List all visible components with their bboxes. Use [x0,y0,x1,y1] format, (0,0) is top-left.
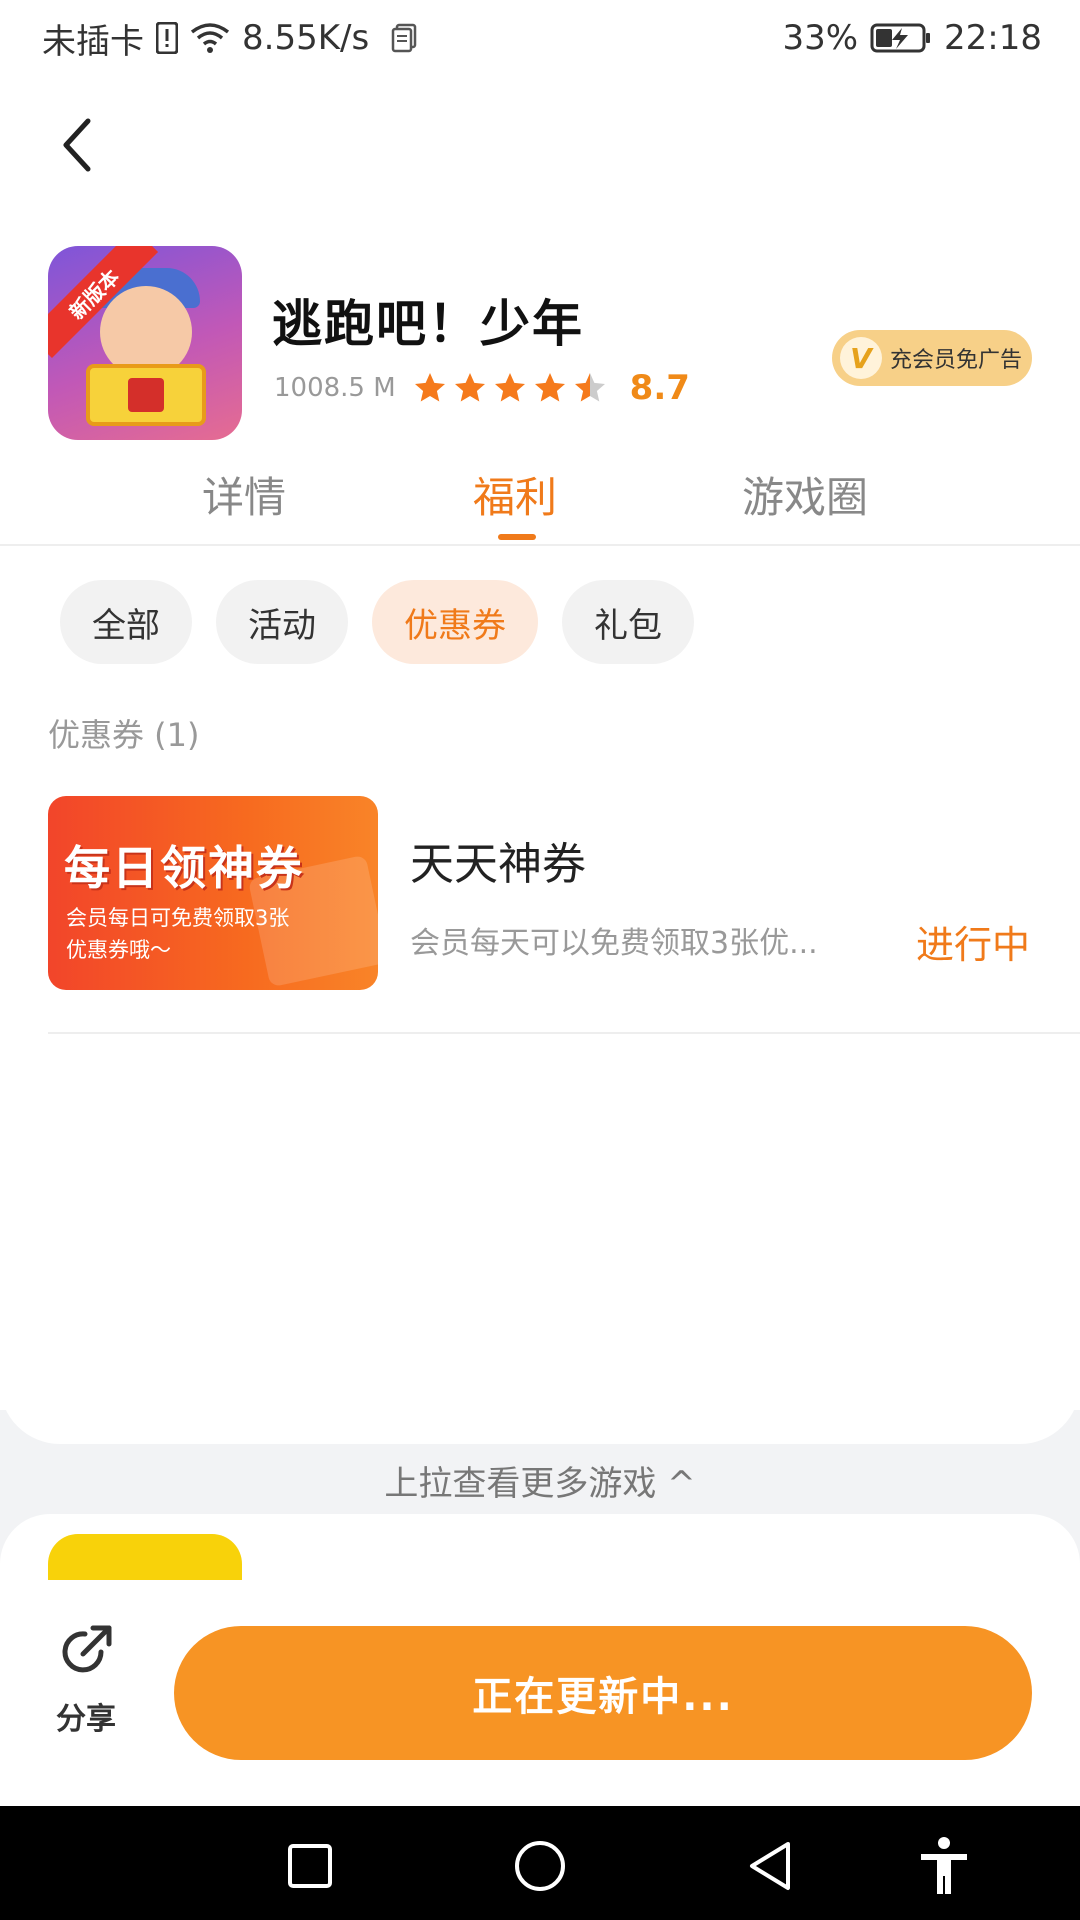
vip-v-icon: V [840,337,882,379]
filter-all[interactable]: 全部 [60,580,192,664]
clock: 22:18 [944,18,1042,58]
share-button[interactable]: 分享 [46,1622,126,1738]
app-meta: 1008.5 M 8.7 [274,368,690,408]
filter-gift[interactable]: 礼包 [562,580,694,664]
status-left: 未插卡 8.55K/s [42,14,419,63]
accessibility-button[interactable] [914,1836,974,1896]
wifi-icon [190,22,230,54]
updating-button[interactable]: 正在更新中... [174,1626,1032,1760]
tab-bar: 详情 福利 游戏圈 [0,464,1080,546]
carrier-label: 未插卡 [42,21,144,62]
back-nav-button[interactable] [740,1836,800,1896]
app-title: 逃跑吧！少年 [272,295,584,353]
coupon-status[interactable]: 进行中 [916,914,1030,969]
document-icon [391,23,419,53]
app-size: 1008.5 M [274,373,396,403]
star-icon [414,373,445,402]
coupon-banner[interactable]: 每日领神券 会员每日可免费领取3张优惠券哦～ [48,796,378,990]
filter-chips: 全部 活动 优惠券 礼包 [60,580,694,664]
row-divider [48,1032,1080,1034]
app-icon-board [86,364,206,426]
app-icon: 新版本 [48,246,242,440]
recent-apps-button[interactable] [280,1836,340,1896]
star-icon [454,373,485,402]
network-speed: 8.55K/s [242,18,370,58]
status-right: 33% 22:18 [782,18,1042,58]
tab-game-circle[interactable]: 游戏圈 [742,464,868,525]
action-bar: 分享 正在更新中... [0,1580,1080,1806]
vip-ad-free-badge[interactable]: V 充会员免广告 [832,330,1032,386]
rating-score: 8.7 [629,368,690,408]
half-star-icon [574,373,605,402]
back-button[interactable] [48,112,108,182]
content-card-bottom [0,1344,1080,1444]
back-arrow-icon [58,117,98,177]
rating-stars [412,370,608,406]
battery-charging-icon [870,22,932,54]
coupon-banner-subtitle: 会员每日可免费领取3张优惠券哦～ [66,906,290,962]
star-icon [534,373,565,402]
coupon-description: 会员每天可以免费领取3张优... [410,926,818,961]
share-label: 分享 [56,1702,116,1737]
star-icon [494,373,525,402]
triangle-back-icon [750,1842,790,1890]
filter-coupon[interactable]: 优惠券 [372,580,538,664]
coupon-name[interactable]: 天天神券 [410,828,586,892]
share-icon [57,1622,115,1684]
accessibility-icon [921,1837,967,1894]
circle-icon [515,1841,565,1891]
status-bar: 未插卡 8.55K/s 33% 22:18 [0,0,1080,76]
system-nav-bar [0,1806,1080,1920]
home-button[interactable] [510,1836,570,1896]
filter-activity[interactable]: 活动 [216,580,348,664]
tab-details[interactable]: 详情 [202,464,286,525]
vip-badge-label: 充会员免广告 [890,348,1023,373]
tab-indicator [498,534,536,540]
battery-percent: 33% [782,18,859,58]
sim-alert-icon [156,22,178,54]
section-label: 优惠券 (1) [48,716,200,754]
pull-up-more-games[interactable]: 上拉查看更多游戏 ^ [0,1456,1080,1505]
square-icon [288,1844,332,1888]
coupon-banner-title: 每日领神券 [64,841,304,895]
tab-benefits[interactable]: 福利 [473,464,557,525]
